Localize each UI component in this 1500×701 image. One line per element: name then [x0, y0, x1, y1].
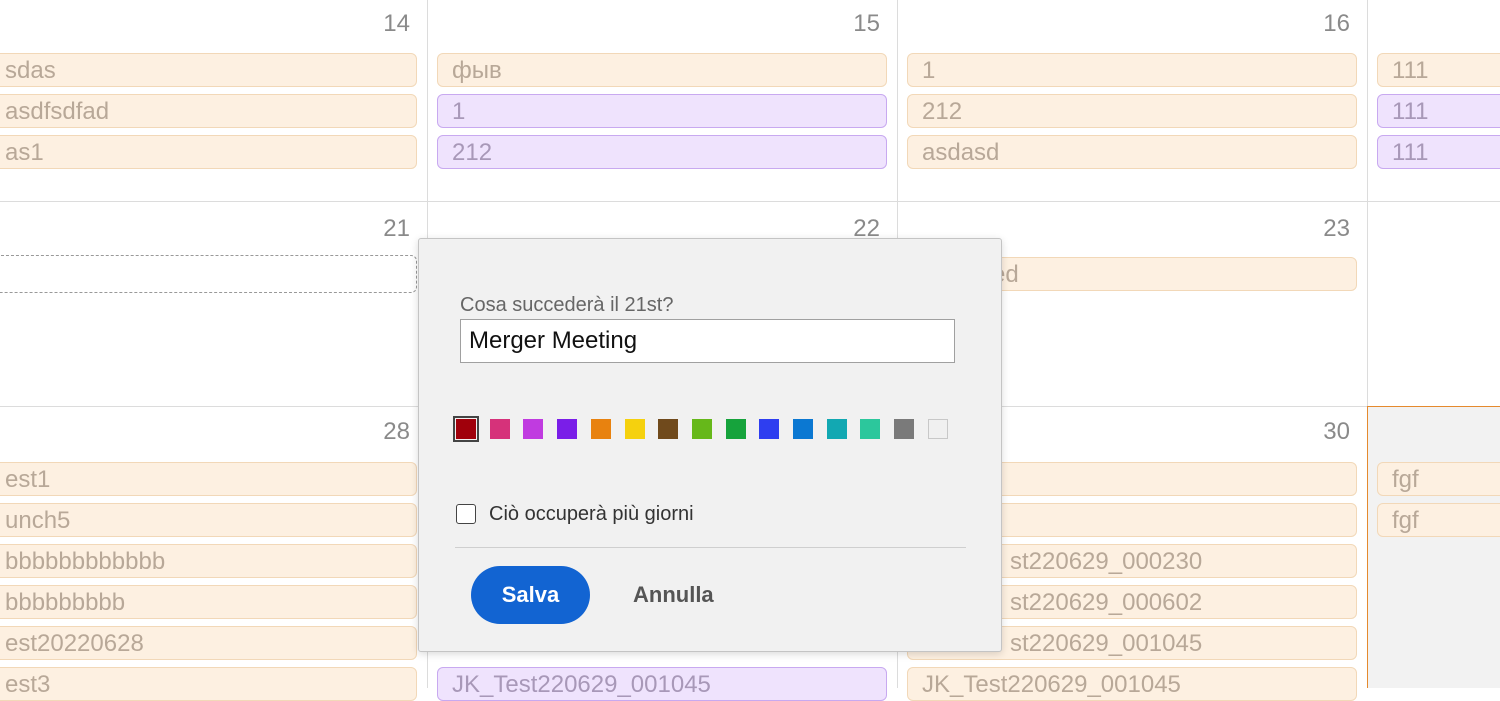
color-swatch[interactable]: [927, 419, 948, 439]
save-button[interactable]: Salva: [471, 566, 590, 624]
calendar-event[interactable]: bbbbbbbbb: [0, 585, 417, 619]
calendar-event[interactable]: sdas: [0, 53, 417, 87]
calendar-event[interactable]: 212: [437, 135, 887, 169]
color-swatch[interactable]: [860, 419, 881, 439]
day-number: 16: [1323, 10, 1350, 37]
day-number: 15: [853, 10, 880, 37]
new-event-dialog: Cosa succederà il 21st? Ciò occuperà più…: [418, 238, 1002, 652]
calendar-event[interactable]: JK_Test220629_001045: [907, 667, 1357, 701]
calendar-event[interactable]: est1: [0, 462, 417, 496]
color-swatch[interactable]: [725, 419, 746, 439]
calendar-event[interactable]: fgf: [1377, 462, 1500, 496]
calendar-event[interactable]: JK_Test220629_001045: [437, 667, 887, 701]
calendar-event[interactable]: 1: [907, 53, 1357, 87]
calendar-event[interactable]: 212: [907, 94, 1357, 128]
calendar-event[interactable]: asdasd: [907, 135, 1357, 169]
color-swatch[interactable]: [489, 419, 510, 439]
color-swatch[interactable]: [624, 419, 645, 439]
calendar-event[interactable]: est3: [0, 667, 417, 701]
day-number: 30: [1323, 418, 1350, 445]
event-title-input[interactable]: [460, 319, 955, 363]
calendar-event[interactable]: est20220628: [0, 626, 417, 660]
color-swatch[interactable]: [691, 419, 712, 439]
color-swatch[interactable]: [523, 419, 544, 439]
day-number: 23: [1323, 215, 1350, 242]
color-swatch[interactable]: [658, 419, 679, 439]
calendar-event[interactable]: 1: [437, 94, 887, 128]
calendar-event[interactable]: 111: [1377, 94, 1500, 128]
calendar-event[interactable]: bbbbbbbbbbbb: [0, 544, 417, 578]
color-swatch[interactable]: [793, 419, 813, 439]
calendar-event[interactable]: 111: [1377, 53, 1500, 87]
calendar-event[interactable]: unch5: [0, 503, 417, 537]
multiday-label: Ciò occuperà più giorni: [489, 503, 694, 525]
calendar-event-label: st220629_000230: [1010, 548, 1203, 575]
multiday-checkbox[interactable]: [456, 504, 476, 524]
day-number: 28: [383, 418, 410, 445]
day-number: 21: [383, 215, 410, 242]
color-swatch[interactable]: [453, 416, 479, 442]
calendar-event[interactable]: as1: [0, 135, 417, 169]
color-swatch[interactable]: [894, 419, 915, 439]
color-swatch[interactable]: [557, 419, 578, 439]
calendar-event-label: st220629_001045: [1010, 630, 1203, 657]
day-number: 14: [383, 10, 410, 37]
calendar-event[interactable]: fgf: [1377, 503, 1500, 537]
event-title-label: Cosa succederà il 21st?: [460, 294, 674, 316]
calendar-event[interactable]: фыв: [437, 53, 887, 87]
calendar-event[interactable]: asdfsdfad: [0, 94, 417, 128]
divider: [455, 547, 966, 548]
grid-line: [0, 201, 1500, 202]
new-event-placeholder: [0, 255, 417, 293]
calendar-event-label: st220629_000602: [1010, 589, 1203, 616]
cancel-button[interactable]: Annulla: [619, 566, 728, 624]
color-swatch[interactable]: [590, 419, 611, 439]
color-swatch[interactable]: [759, 419, 780, 439]
color-swatch[interactable]: [826, 419, 847, 439]
calendar-event[interactable]: 111: [1377, 135, 1500, 169]
today-cell[interactable]: [1367, 406, 1500, 688]
